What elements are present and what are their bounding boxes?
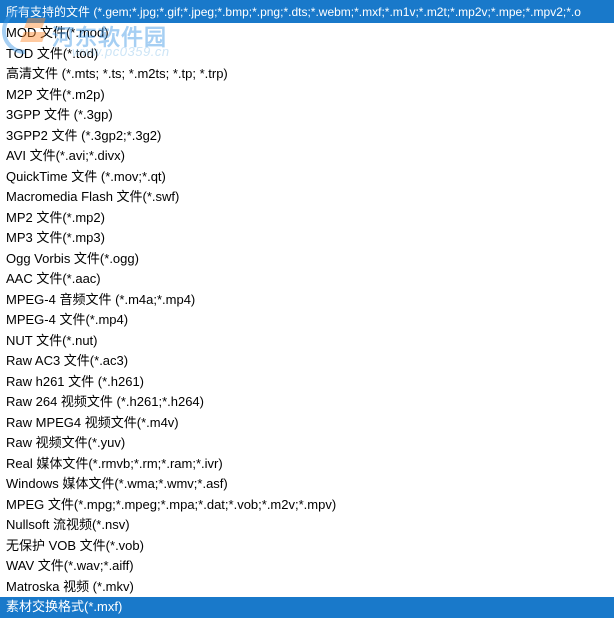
filetype-option[interactable]: 素材交换格式(*.mxf) bbox=[0, 597, 614, 618]
filetype-option[interactable]: MP2 文件(*.mp2) bbox=[0, 208, 614, 229]
filetype-option-label: Windows 媒体文件(*.wma;*.wmv;*.asf) bbox=[6, 476, 228, 491]
filetype-option[interactable]: Raw 视频文件(*.yuv) bbox=[0, 433, 614, 454]
filetype-option-label: MPEG 文件(*.mpg;*.mpeg;*.mpa;*.dat;*.vob;*… bbox=[6, 497, 336, 512]
filetype-option[interactable]: MP3 文件(*.mp3) bbox=[0, 228, 614, 249]
filetype-option[interactable]: Raw h261 文件 (*.h261) bbox=[0, 372, 614, 393]
filetype-option-label: Ogg Vorbis 文件(*.ogg) bbox=[6, 251, 139, 266]
filetype-option-label: MPEG-4 文件(*.mp4) bbox=[6, 312, 128, 327]
filetype-option-label: Raw h261 文件 (*.h261) bbox=[6, 374, 144, 389]
filetype-option-label: Raw MPEG4 视频文件(*.m4v) bbox=[6, 415, 179, 430]
filetype-option[interactable]: Matroska 视频 (*.mkv) bbox=[0, 577, 614, 598]
filetype-option[interactable]: Raw AC3 文件(*.ac3) bbox=[0, 351, 614, 372]
filetype-option-label: Real 媒体文件(*.rmvb;*.rm;*.ram;*.ivr) bbox=[6, 456, 223, 471]
filetype-option-label: TOD 文件(*.tod) bbox=[6, 46, 98, 61]
filetype-option-label: MPEG-4 音频文件 (*.m4a;*.mp4) bbox=[6, 292, 195, 307]
filetype-option[interactable]: 无保护 VOB 文件(*.vob) bbox=[0, 536, 614, 557]
filetype-option[interactable]: 3GPP2 文件 (*.3gp2;*.3g2) bbox=[0, 126, 614, 147]
filetype-option[interactable]: M2P 文件(*.m2p) bbox=[0, 85, 614, 106]
filetype-option-label: NUT 文件(*.nut) bbox=[6, 333, 98, 348]
filetype-list: MOD 文件(*.mod) TOD 文件(*.tod) 高清文件 (*.mts; *… bbox=[0, 23, 614, 618]
filetype-option[interactable]: MOD 文件(*.mod) bbox=[0, 23, 614, 44]
filetype-option-label: 3GPP2 文件 (*.3gp2;*.3g2) bbox=[6, 128, 161, 143]
filetype-option[interactable]: AVI 文件(*.avi;*.divx) bbox=[0, 146, 614, 167]
filetype-option-label: Raw AC3 文件(*.ac3) bbox=[6, 353, 128, 368]
filetype-option-label: Macromedia Flash 文件(*.swf) bbox=[6, 189, 179, 204]
filetype-option[interactable]: 3GPP 文件 (*.3gp) bbox=[0, 105, 614, 126]
filetype-option[interactable]: Real 媒体文件(*.rmvb;*.rm;*.ram;*.ivr) bbox=[0, 454, 614, 475]
filetype-option[interactable]: Raw 264 视频文件 (*.h261;*.h264) bbox=[0, 392, 614, 413]
filetype-option-label: Raw 视频文件(*.yuv) bbox=[6, 435, 125, 450]
filetype-option[interactable]: Nullsoft 流视频(*.nsv) bbox=[0, 515, 614, 536]
filetype-option-label: AVI 文件(*.avi;*.divx) bbox=[6, 148, 125, 163]
filetype-option[interactable]: WAV 文件(*.wav;*.aiff) bbox=[0, 556, 614, 577]
filetype-option-label: 素材交换格式(*.mxf) bbox=[6, 599, 122, 614]
filetype-option-label: MOD 文件(*.mod) bbox=[6, 25, 109, 40]
filetype-option-label: QuickTime 文件 (*.mov;*.qt) bbox=[6, 169, 166, 184]
filetype-option[interactable]: 高清文件 (*.mts; *.ts; *.m2ts; *.tp; *.trp) bbox=[0, 64, 614, 85]
filetype-option-label: 无保护 VOB 文件(*.vob) bbox=[6, 538, 144, 553]
filetype-option-label: MP2 文件(*.mp2) bbox=[6, 210, 105, 225]
filetype-option-label: WAV 文件(*.wav;*.aiff) bbox=[6, 558, 134, 573]
filetype-option[interactable]: MPEG 文件(*.mpg;*.mpeg;*.mpa;*.dat;*.vob;*… bbox=[0, 495, 614, 516]
filetype-option-label: MP3 文件(*.mp3) bbox=[6, 230, 105, 245]
filetype-option-label: AAC 文件(*.aac) bbox=[6, 271, 101, 286]
filetype-option[interactable]: MPEG-4 音频文件 (*.m4a;*.mp4) bbox=[0, 290, 614, 311]
filetype-option[interactable]: Macromedia Flash 文件(*.swf) bbox=[0, 187, 614, 208]
filetype-option[interactable]: Raw MPEG4 视频文件(*.m4v) bbox=[0, 413, 614, 434]
filetype-option[interactable]: TOD 文件(*.tod) bbox=[0, 44, 614, 65]
filetype-option-label: 3GPP 文件 (*.3gp) bbox=[6, 107, 113, 122]
filetype-option-label: Matroska 视频 (*.mkv) bbox=[6, 579, 134, 594]
filetype-option-label: Nullsoft 流视频(*.nsv) bbox=[6, 517, 130, 532]
filetype-option[interactable]: Windows 媒体文件(*.wma;*.wmv;*.asf) bbox=[0, 474, 614, 495]
filetype-option-label: Raw 264 视频文件 (*.h261;*.h264) bbox=[6, 394, 204, 409]
filetype-option[interactable]: QuickTime 文件 (*.mov;*.qt) bbox=[0, 167, 614, 188]
filetype-option[interactable]: AAC 文件(*.aac) bbox=[0, 269, 614, 290]
filetype-option[interactable]: MPEG-4 文件(*.mp4) bbox=[0, 310, 614, 331]
filetype-option[interactable]: NUT 文件(*.nut) bbox=[0, 331, 614, 352]
filetype-option-label: M2P 文件(*.m2p) bbox=[6, 87, 105, 102]
filetype-header[interactable]: 所有支持的文件 (*.gem;*.jpg;*.gif;*.jpeg;*.bmp;… bbox=[0, 0, 614, 23]
filetype-header-label: 所有支持的文件 (*.gem;*.jpg;*.gif;*.jpeg;*.bmp;… bbox=[6, 5, 581, 19]
filetype-option-label: 高清文件 (*.mts; *.ts; *.m2ts; *.tp; *.trp) bbox=[6, 66, 228, 81]
filetype-option[interactable]: Ogg Vorbis 文件(*.ogg) bbox=[0, 249, 614, 270]
